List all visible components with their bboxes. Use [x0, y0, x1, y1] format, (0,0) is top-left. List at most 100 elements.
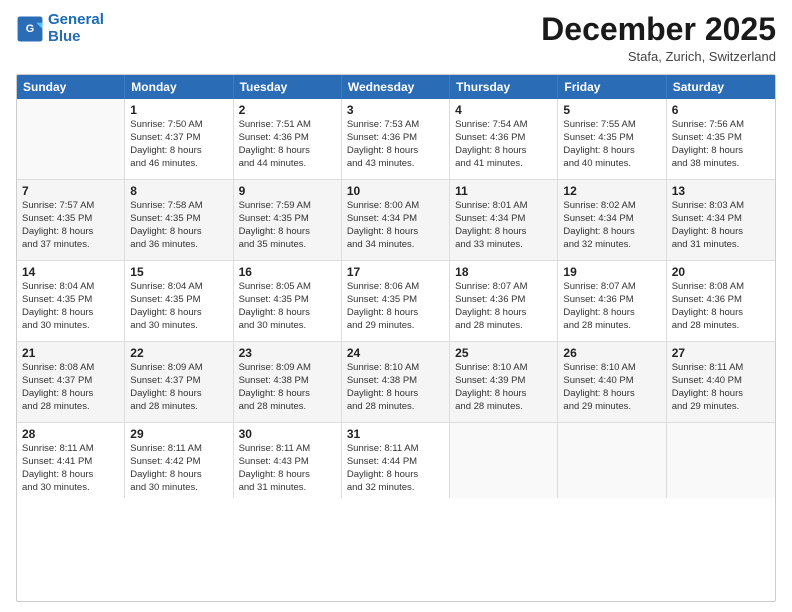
- cal-cell-4-6: 26 Sunrise: 8:10 AMSunset: 4:40 PMDayligh…: [558, 342, 666, 422]
- header-day-saturday: Saturday: [667, 75, 775, 99]
- week-row-1: 1 Sunrise: 7:50 AMSunset: 4:37 PMDaylight…: [17, 99, 775, 179]
- day-number: 2: [239, 103, 336, 117]
- day-number: 3: [347, 103, 444, 117]
- day-number: 12: [563, 184, 660, 198]
- day-number: 10: [347, 184, 444, 198]
- day-number: 30: [239, 427, 336, 441]
- day-info: Sunrise: 8:06 AMSunset: 4:35 PMDaylight:…: [347, 281, 444, 332]
- day-number: 7: [22, 184, 119, 198]
- header-day-sunday: Sunday: [17, 75, 125, 99]
- cal-cell-2-1: 7 Sunrise: 7:57 AMSunset: 4:35 PMDaylight…: [17, 180, 125, 260]
- day-number: 26: [563, 346, 660, 360]
- page: G General Blue December 2025 Stafa, Zuri…: [0, 0, 792, 612]
- day-number: 19: [563, 265, 660, 279]
- day-info: Sunrise: 7:50 AMSunset: 4:37 PMDaylight:…: [130, 119, 227, 170]
- day-number: 5: [563, 103, 660, 117]
- day-number: 22: [130, 346, 227, 360]
- day-info: Sunrise: 8:09 AMSunset: 4:37 PMDaylight:…: [130, 362, 227, 413]
- day-info: Sunrise: 8:03 AMSunset: 4:34 PMDaylight:…: [672, 200, 770, 251]
- day-info: Sunrise: 7:51 AMSunset: 4:36 PMDaylight:…: [239, 119, 336, 170]
- day-info: Sunrise: 7:53 AMSunset: 4:36 PMDaylight:…: [347, 119, 444, 170]
- week-row-2: 7 Sunrise: 7:57 AMSunset: 4:35 PMDaylight…: [17, 179, 775, 260]
- day-number: 4: [455, 103, 552, 117]
- day-info: Sunrise: 8:09 AMSunset: 4:38 PMDaylight:…: [239, 362, 336, 413]
- day-info: Sunrise: 8:11 AMSunset: 4:41 PMDaylight:…: [22, 443, 119, 494]
- cal-cell-2-4: 10 Sunrise: 8:00 AMSunset: 4:34 PMDayligh…: [342, 180, 450, 260]
- cal-cell-2-2: 8Sunrise: 7:58 AMSunset: 4:35 PMDaylight…: [125, 180, 233, 260]
- cal-cell-3-6: 19 Sunrise: 8:07 AMSunset: 4:36 PMDayligh…: [558, 261, 666, 341]
- day-number: 13: [672, 184, 770, 198]
- cal-cell-3-5: 18Sunrise: 8:07 AMSunset: 4:36 PMDayligh…: [450, 261, 558, 341]
- logo-line1: General: [48, 11, 104, 28]
- cal-cell-5-5: [450, 423, 558, 498]
- calendar-body: 1 Sunrise: 7:50 AMSunset: 4:37 PMDaylight…: [17, 99, 775, 498]
- day-info: Sunrise: 8:01 AMSunset: 4:34 PMDaylight:…: [455, 200, 552, 251]
- cal-cell-4-4: 24 Sunrise: 8:10 AMSunset: 4:38 PMDayligh…: [342, 342, 450, 422]
- day-info: Sunrise: 7:59 AMSunset: 4:35 PMDaylight:…: [239, 200, 336, 251]
- cal-cell-2-3: 9 Sunrise: 7:59 AMSunset: 4:35 PMDaylight…: [234, 180, 342, 260]
- day-number: 24: [347, 346, 444, 360]
- cal-cell-1-2: 1 Sunrise: 7:50 AMSunset: 4:37 PMDaylight…: [125, 99, 233, 179]
- day-info: Sunrise: 8:02 AMSunset: 4:34 PMDaylight:…: [563, 200, 660, 251]
- header-day-friday: Friday: [558, 75, 666, 99]
- header-day-monday: Monday: [125, 75, 233, 99]
- day-info: Sunrise: 8:11 AMSunset: 4:42 PMDaylight:…: [130, 443, 227, 494]
- svg-text:G: G: [26, 23, 34, 35]
- header: G General Blue December 2025 Stafa, Zuri…: [16, 12, 776, 64]
- day-info: Sunrise: 8:10 AMSunset: 4:38 PMDaylight:…: [347, 362, 444, 413]
- day-info: Sunrise: 8:00 AMSunset: 4:34 PMDaylight:…: [347, 200, 444, 251]
- day-info: Sunrise: 8:07 AMSunset: 4:36 PMDaylight:…: [563, 281, 660, 332]
- day-info: Sunrise: 8:04 AMSunset: 4:35 PMDaylight:…: [130, 281, 227, 332]
- day-number: 29: [130, 427, 227, 441]
- day-info: Sunrise: 8:05 AMSunset: 4:35 PMDaylight:…: [239, 281, 336, 332]
- week-row-3: 14 Sunrise: 8:04 AMSunset: 4:35 PMDayligh…: [17, 260, 775, 341]
- day-info: Sunrise: 8:10 AMSunset: 4:40 PMDaylight:…: [563, 362, 660, 413]
- cal-cell-4-2: 22 Sunrise: 8:09 AMSunset: 4:37 PMDayligh…: [125, 342, 233, 422]
- day-number: 28: [22, 427, 119, 441]
- day-info: Sunrise: 7:54 AMSunset: 4:36 PMDaylight:…: [455, 119, 552, 170]
- day-number: 9: [239, 184, 336, 198]
- cal-cell-3-4: 17 Sunrise: 8:06 AMSunset: 4:35 PMDayligh…: [342, 261, 450, 341]
- day-number: 17: [347, 265, 444, 279]
- logo: G General Blue: [16, 12, 104, 45]
- cal-cell-1-7: 6 Sunrise: 7:56 AMSunset: 4:35 PMDaylight…: [667, 99, 775, 179]
- week-row-5: 28 Sunrise: 8:11 AMSunset: 4:41 PMDayligh…: [17, 422, 775, 498]
- day-info: Sunrise: 8:10 AMSunset: 4:39 PMDaylight:…: [455, 362, 552, 413]
- header-day-tuesday: Tuesday: [234, 75, 342, 99]
- cal-cell-1-4: 3 Sunrise: 7:53 AMSunset: 4:36 PMDaylight…: [342, 99, 450, 179]
- logo-line2: Blue: [48, 28, 81, 45]
- day-number: 27: [672, 346, 770, 360]
- cal-cell-3-7: 20Sunrise: 8:08 AMSunset: 4:36 PMDayligh…: [667, 261, 775, 341]
- day-number: 1: [130, 103, 227, 117]
- day-info: Sunrise: 7:56 AMSunset: 4:35 PMDaylight:…: [672, 119, 770, 170]
- title-block: December 2025 Stafa, Zurich, Switzerland: [541, 12, 776, 64]
- cal-cell-4-5: 25Sunrise: 8:10 AMSunset: 4:39 PMDayligh…: [450, 342, 558, 422]
- cal-cell-5-4: 31Sunrise: 8:11 AMSunset: 4:44 PMDayligh…: [342, 423, 450, 498]
- cal-cell-3-2: 15 Sunrise: 8:04 AMSunset: 4:35 PMDayligh…: [125, 261, 233, 341]
- day-info: Sunrise: 8:04 AMSunset: 4:35 PMDaylight:…: [22, 281, 119, 332]
- cal-cell-2-5: 11 Sunrise: 8:01 AMSunset: 4:34 PMDayligh…: [450, 180, 558, 260]
- day-number: 15: [130, 265, 227, 279]
- day-number: 6: [672, 103, 770, 117]
- cal-cell-5-7: [667, 423, 775, 498]
- calendar-header: SundayMondayTuesdayWednesdayThursdayFrid…: [17, 75, 775, 99]
- day-number: 16: [239, 265, 336, 279]
- cal-cell-5-2: 29 Sunrise: 8:11 AMSunset: 4:42 PMDayligh…: [125, 423, 233, 498]
- day-number: 31: [347, 427, 444, 441]
- cal-cell-1-3: 2 Sunrise: 7:51 AMSunset: 4:36 PMDaylight…: [234, 99, 342, 179]
- day-number: 11: [455, 184, 552, 198]
- day-number: 14: [22, 265, 119, 279]
- logo-text: General Blue: [48, 12, 104, 45]
- day-number: 18: [455, 265, 552, 279]
- cal-cell-5-3: 30 Sunrise: 8:11 AMSunset: 4:43 PMDayligh…: [234, 423, 342, 498]
- cal-cell-4-7: 27Sunrise: 8:11 AMSunset: 4:40 PMDayligh…: [667, 342, 775, 422]
- day-info: Sunrise: 7:57 AMSunset: 4:35 PMDaylight:…: [22, 200, 119, 251]
- day-number: 23: [239, 346, 336, 360]
- location: Stafa, Zurich, Switzerland: [541, 49, 776, 64]
- cal-cell-5-6: [558, 423, 666, 498]
- cal-cell-3-3: 16 Sunrise: 8:05 AMSunset: 4:35 PMDayligh…: [234, 261, 342, 341]
- day-info: Sunrise: 8:11 AMSunset: 4:43 PMDaylight:…: [239, 443, 336, 494]
- cal-cell-1-6: 5Sunrise: 7:55 AMSunset: 4:35 PMDaylight…: [558, 99, 666, 179]
- cal-cell-5-1: 28 Sunrise: 8:11 AMSunset: 4:41 PMDayligh…: [17, 423, 125, 498]
- day-number: 8: [130, 184, 227, 198]
